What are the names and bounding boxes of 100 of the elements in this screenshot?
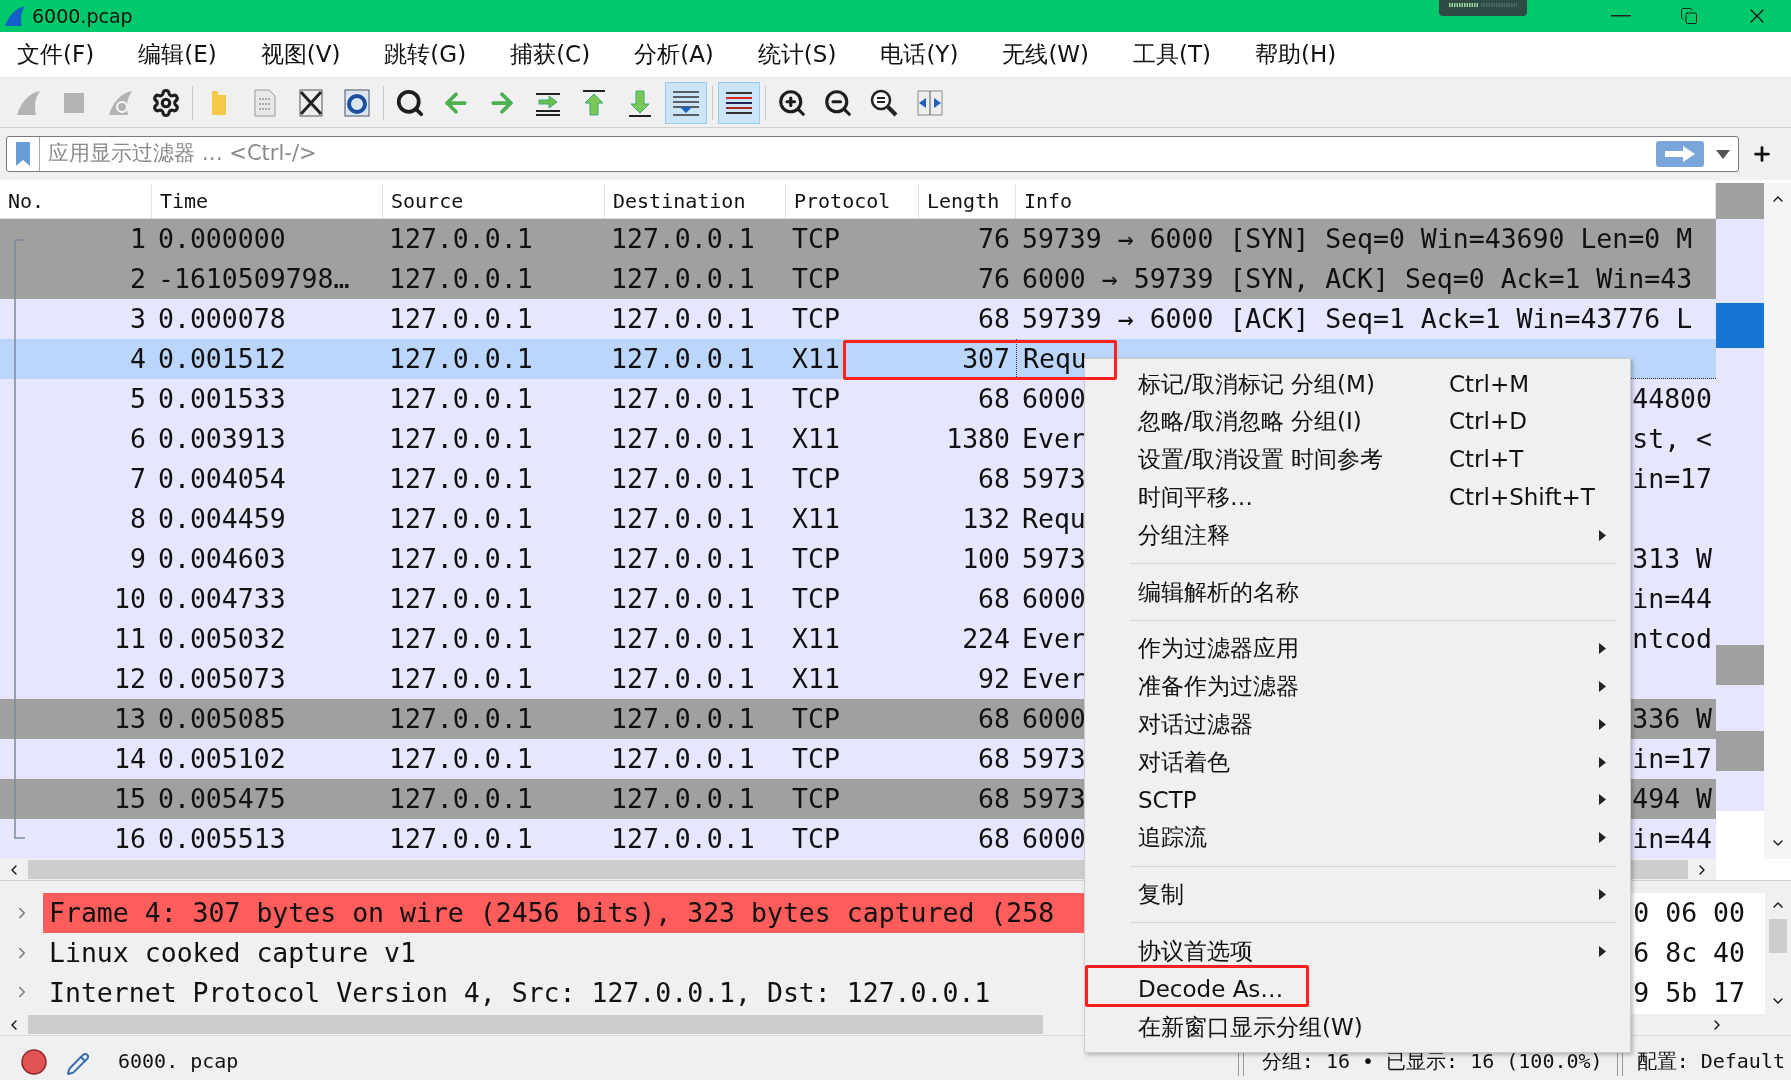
hex-bytes-text: 9 5b 17 xyxy=(1633,975,1745,1010)
table-cell-text: ntcod xyxy=(1632,622,1712,657)
table-cell-text: 127.0.0.1 xyxy=(388,622,534,657)
table-cell-text: 7 xyxy=(129,462,147,497)
table-cell-text: 0.005032 xyxy=(157,622,287,657)
filter-bar[interactable]: 应用显示过滤器 … <Ctrl-/> xyxy=(6,136,1739,172)
table-cell-text: 127.0.0.1 xyxy=(610,782,756,817)
table-cell-text: 127.0.0.1 xyxy=(388,702,534,737)
table-cell-text: 68 xyxy=(977,302,1011,337)
table-cell-text: 6000 xyxy=(1022,382,1086,417)
context-menu-item[interactable]: Decode As… xyxy=(1085,970,1630,1008)
restore-icon xyxy=(1680,7,1698,25)
table-cell-text: 0.005513 xyxy=(157,822,287,857)
display-filter-field[interactable]: 应用显示过滤器 … <Ctrl-/> xyxy=(48,138,1656,170)
column-header[interactable]: Destination xyxy=(605,183,786,218)
packet-row[interactable]: 3 0.000078 127.0.0.1 127.0.0.1 TCP 68 59739 → 6000 [ACK] Seq=1 Ack=1 Win=43776 L xyxy=(0,299,1716,339)
zoom-in-icon xyxy=(777,87,807,118)
context-menu-item[interactable]: 协议首选项 xyxy=(1085,932,1630,971)
table-cell-text: 59739 → 6000 [SYN] Seq=0 Win=43690 Len=0 M xyxy=(1022,222,1693,257)
edit-icon[interactable] xyxy=(66,1052,90,1076)
table-cell-text: 127.0.0.1 xyxy=(388,822,534,857)
table-cell-text: 68 xyxy=(977,382,1011,417)
table-cell-text: 5973 xyxy=(1022,782,1086,817)
context-menu-item[interactable]: SCTP xyxy=(1085,780,1630,819)
table-cell-text: 127.0.0.1 xyxy=(610,462,756,497)
menu-item[interactable]: 视图(V) xyxy=(250,37,351,72)
menu-item[interactable]: 统计(S) xyxy=(747,37,847,72)
table-cell-text: in=44 xyxy=(1632,582,1712,617)
table-cell-text: in=17 xyxy=(1632,742,1712,777)
menu-item[interactable]: 电话(Y) xyxy=(870,37,969,72)
table-cell-text: 76 xyxy=(977,222,1011,257)
scrollbar-thumb[interactable] xyxy=(28,1015,1043,1035)
table-cell-text: 6 xyxy=(129,422,147,457)
context-menu-item[interactable]: 在新窗口显示分组(W) xyxy=(1085,1007,1630,1046)
table-cell-text: TCP xyxy=(791,702,841,737)
table-cell-text: TCP xyxy=(791,742,841,777)
table-cell-text: 127.0.0.1 xyxy=(610,502,756,537)
menu-item[interactable]: 文件(F) xyxy=(7,37,105,72)
table-cell-text: TCP xyxy=(791,382,841,417)
table-cell-text: 0.004054 xyxy=(157,462,287,497)
table-cell-text: 127.0.0.1 xyxy=(610,262,756,297)
menu-item[interactable]: 捕获(C) xyxy=(500,37,601,72)
menu-item[interactable]: 编辑(E) xyxy=(128,37,227,72)
table-cell-text: Ever xyxy=(1022,622,1086,657)
capture-status-icon[interactable] xyxy=(20,1048,48,1076)
table-cell-text: 9 xyxy=(129,542,147,577)
table-cell-text: 68 xyxy=(977,702,1011,737)
table-cell-text: 0.001533 xyxy=(157,382,287,417)
table-cell-text: 76 xyxy=(977,262,1011,297)
table-cell-text: 307 xyxy=(961,342,1011,377)
add-filter-icon[interactable] xyxy=(1751,143,1773,165)
packet-row[interactable]: 2 -1610509798… 127.0.0.1 127.0.0.1 TCP 76 6000 → 59739 [SYN, ACK] Seq=0 Ack=1 Win=43 xyxy=(0,259,1716,299)
table-cell-text: 127.0.0.1 xyxy=(388,582,534,617)
hex-bytes-text: 0 06 00 xyxy=(1633,896,1745,930)
menu-item[interactable]: 工具(T) xyxy=(1123,37,1222,72)
menu-item[interactable]: 帮助(H) xyxy=(1245,37,1347,72)
column-header[interactable]: Protocol xyxy=(786,183,919,218)
table-cell-text: 68 xyxy=(977,822,1011,857)
menu-item[interactable]: 跳转(G) xyxy=(374,37,477,72)
table-cell-text: 68 xyxy=(977,782,1011,817)
menu-item[interactable]: 无线(W) xyxy=(992,37,1100,72)
table-cell-text: 127.0.0.1 xyxy=(388,342,534,377)
table-cell-text: TCP xyxy=(791,822,841,857)
context-menu-item[interactable]: 追踪流 xyxy=(1085,818,1630,857)
column-header[interactable]: Time xyxy=(152,183,383,218)
table-cell-text: 127.0.0.1 xyxy=(388,262,534,297)
file-name-text: 6000. pcap xyxy=(118,1048,239,1075)
table-cell-text: 0.004603 xyxy=(157,542,287,577)
table-cell-text: 0.005475 xyxy=(157,782,287,817)
table-cell-text: 0.005085 xyxy=(157,702,287,737)
table-cell-text: 127.0.0.1 xyxy=(388,382,534,417)
table-cell-text: -1610509798… xyxy=(157,262,351,297)
context-menu-item[interactable]: 对话着色 xyxy=(1085,743,1630,781)
dropdown-caret-icon[interactable] xyxy=(1716,149,1730,159)
packet-row[interactable]: 1 0.000000 127.0.0.1 127.0.0.1 TCP 76 59739 → 6000 [SYN] Seq=0 Win=43690 Len=0 M xyxy=(0,219,1716,259)
table-cell-text: 224 xyxy=(961,622,1011,657)
table-cell-text: 100 xyxy=(961,542,1011,577)
menu-item[interactable]: 分析(A) xyxy=(624,37,724,72)
column-header[interactable]: Length xyxy=(919,183,1016,218)
minimize-icon xyxy=(1611,15,1631,17)
table-cell-text: 127.0.0.1 xyxy=(388,502,534,537)
table-cell-text: TCP xyxy=(791,262,841,297)
table-cell-text: 127.0.0.1 xyxy=(610,582,756,617)
table-cell-text: 127.0.0.1 xyxy=(610,742,756,777)
table-cell-text: X11 xyxy=(791,622,841,657)
table-cell-text: 59739 → 6000 [ACK] Seq=1 Ack=1 Win=43776 L xyxy=(1022,302,1693,337)
column-header[interactable]: Source xyxy=(383,183,605,218)
table-cell-text: 68 xyxy=(977,582,1011,617)
scrollbar-thumb[interactable] xyxy=(1769,919,1787,953)
gear-icon xyxy=(151,87,181,118)
table-cell-text: 15 xyxy=(113,782,147,817)
table-cell-text: 127.0.0.1 xyxy=(388,662,534,697)
table-cell-text: X11 xyxy=(791,342,841,377)
table-cell-text: 5973 xyxy=(1022,462,1086,497)
window-title: 6000.pcap xyxy=(32,3,133,29)
column-header[interactable]: No. xyxy=(0,183,152,218)
table-cell-text: 68 xyxy=(977,742,1011,777)
toolbar-button[interactable] xyxy=(718,81,760,124)
table-cell-text: X11 xyxy=(791,422,841,457)
table-cell-text: 0.004459 xyxy=(157,502,287,537)
